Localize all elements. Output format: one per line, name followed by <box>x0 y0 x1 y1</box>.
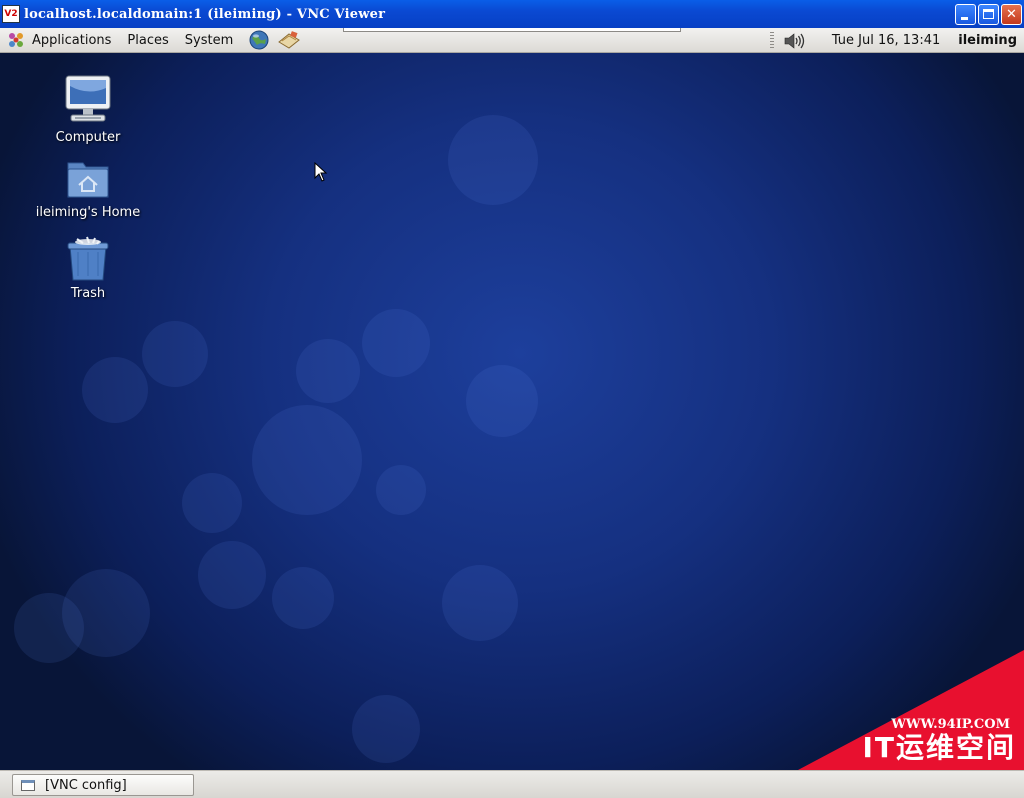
watermark: WWW.94IP.COM IT运维空间 <box>798 650 1024 770</box>
window-titlebar[interactable]: V2 localhost.localdomain:1 (ileiming) - … <box>0 0 1024 28</box>
wallpaper-bokeh <box>272 567 334 629</box>
wallpaper-bokeh <box>296 339 360 403</box>
desktop-icon-label: Trash <box>70 286 106 301</box>
menu-places[interactable]: Places <box>119 28 176 53</box>
wallpaper-bokeh <box>362 309 430 377</box>
desktop[interactable]: Computer ileiming's Home Trash WWW.94IP.… <box>0 53 1024 770</box>
maximize-button[interactable] <box>978 4 999 25</box>
wallpaper-bokeh <box>466 365 538 437</box>
panel-drag-handle[interactable] <box>769 32 774 49</box>
watermark-brand: IT运维空间 <box>862 731 1016 764</box>
desktop-icon-label: ileiming's Home <box>35 205 141 220</box>
wallpaper-bokeh <box>142 321 208 387</box>
window-controls: ✕ <box>955 4 1022 25</box>
panel-tray: Tue Jul 16, 13:41 ileiming <box>769 28 1024 53</box>
maximize-icon <box>983 9 994 19</box>
minimize-icon <box>961 17 968 20</box>
web-browser-launcher[interactable] <box>247 29 271 51</box>
menu-applications[interactable]: Applications <box>30 28 119 53</box>
close-icon: ✕ <box>1006 7 1017 22</box>
window-icon <box>21 779 35 791</box>
home-folder-icon <box>67 162 109 198</box>
bottom-panel: [VNC config] <box>0 770 1024 798</box>
trash-icon <box>67 236 109 281</box>
web-browser-icon <box>249 30 269 50</box>
wallpaper-bokeh <box>82 357 148 423</box>
vnc-logo-icon: V2 <box>2 5 20 23</box>
speaker-icon[interactable] <box>782 31 806 51</box>
gnome-foot-icon[interactable] <box>6 30 26 50</box>
wallpaper-bokeh <box>448 115 538 205</box>
clock[interactable]: Tue Jul 16, 13:41 <box>832 33 940 48</box>
mail-client-icon <box>278 31 301 49</box>
desktop-icon-computer[interactable]: Computer <box>33 74 143 145</box>
wallpaper-bokeh <box>442 565 518 641</box>
window-title: localhost.localdomain:1 (ileiming) - VNC… <box>24 6 386 22</box>
wallpaper-bokeh <box>352 695 420 763</box>
minimize-button[interactable] <box>955 4 976 25</box>
mouse-cursor-icon <box>314 162 328 182</box>
menu-system[interactable]: System <box>177 28 241 53</box>
computer-icon <box>65 75 111 122</box>
wallpaper-bokeh <box>14 593 84 663</box>
wallpaper-bokeh <box>198 541 266 609</box>
desktop-icon-home[interactable]: ileiming's Home <box>33 157 143 220</box>
wallpaper-bokeh <box>252 405 362 515</box>
desktop-icon-label: Computer <box>55 130 121 145</box>
wallpaper-bokeh <box>182 473 242 533</box>
wallpaper-bokeh <box>376 465 426 515</box>
panel-tooltip-strip <box>343 28 681 32</box>
taskbar-item-vnc-config[interactable]: [VNC config] <box>12 774 194 796</box>
desktop-icon-trash[interactable]: Trash <box>33 236 143 301</box>
user-menu[interactable]: ileiming <box>958 33 1017 48</box>
close-button[interactable]: ✕ <box>1001 4 1022 25</box>
mail-client-launcher[interactable] <box>277 29 301 51</box>
taskbar-item-label: [VNC config] <box>45 777 127 793</box>
